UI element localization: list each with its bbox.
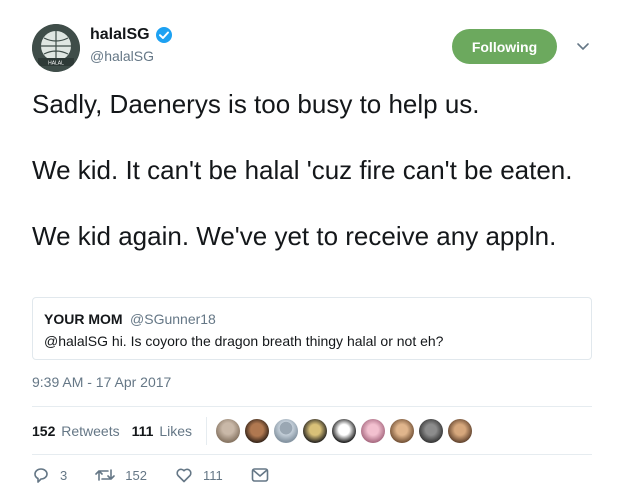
stats-separator bbox=[206, 417, 208, 445]
quoted-tweet[interactable]: YOUR MOM @SGunner18 @halalSG hi. Is coyo… bbox=[32, 297, 592, 360]
chevron-down-icon[interactable] bbox=[575, 38, 591, 54]
liker-avatar[interactable] bbox=[274, 419, 299, 443]
likes-stat[interactable]: 111 Likes bbox=[132, 423, 192, 439]
divider bbox=[32, 454, 592, 455]
liker-avatar[interactable] bbox=[361, 419, 386, 443]
liker-avatars bbox=[216, 419, 477, 443]
heart-icon bbox=[176, 468, 192, 483]
retweets-label: Retweets bbox=[61, 423, 120, 439]
direct-message-action[interactable] bbox=[251, 467, 279, 483]
tweet-paragraph: We kid. It can't be halal 'cuz fire can'… bbox=[32, 155, 573, 185]
direct-message-icon bbox=[251, 468, 269, 482]
author-names: halalSG @halalSG bbox=[90, 26, 173, 64]
tweet-paragraph: Sadly, Daenerys is too busy to help us. bbox=[32, 89, 480, 119]
author-handle[interactable]: @halalSG bbox=[90, 48, 173, 64]
quoted-tweet-text: @halalSG hi. Is coyoro the dragon breath… bbox=[44, 333, 444, 349]
retweets-count: 152 bbox=[32, 423, 56, 439]
author-display-name[interactable]: halalSG bbox=[90, 26, 173, 44]
reply-icon bbox=[34, 468, 48, 483]
halal-logo-avatar-icon: HALAL bbox=[32, 24, 80, 72]
liker-avatar[interactable] bbox=[390, 419, 415, 443]
reply-count: 3 bbox=[60, 467, 68, 483]
display-name-text: halalSG bbox=[90, 26, 150, 43]
divider bbox=[32, 406, 592, 407]
verified-badge-icon bbox=[155, 26, 173, 44]
tweet-timestamp[interactable]: 9:39 AM - 17 Apr 2017 bbox=[32, 374, 171, 390]
retweet-action[interactable]: 152 bbox=[95, 466, 147, 484]
like-action[interactable]: 111 bbox=[175, 466, 223, 484]
tweet-header: HALAL halalSG @halalSG Following bbox=[32, 24, 597, 76]
quoted-author-handle: @SGunner18 bbox=[130, 311, 216, 327]
tweet-text: Sadly, Daenerys is too busy to help us. … bbox=[32, 88, 597, 253]
liker-avatar[interactable] bbox=[303, 419, 328, 443]
liker-avatar[interactable] bbox=[448, 419, 473, 443]
like-count: 111 bbox=[202, 467, 223, 483]
retweet-count: 152 bbox=[125, 467, 147, 483]
liker-avatar[interactable] bbox=[216, 419, 241, 443]
following-button[interactable]: Following bbox=[452, 29, 557, 64]
avatar-text: HALAL bbox=[48, 61, 64, 67]
liker-avatar[interactable] bbox=[419, 419, 444, 443]
retweet-icon bbox=[95, 469, 116, 481]
liker-avatar[interactable] bbox=[245, 419, 270, 443]
liker-avatar[interactable] bbox=[332, 419, 357, 443]
tweet-actions: 3 152 111 bbox=[32, 466, 307, 484]
avatar[interactable]: HALAL bbox=[32, 24, 80, 72]
tweet-paragraph: We kid again. We've yet to receive any a… bbox=[32, 221, 557, 251]
retweets-stat[interactable]: 152 Retweets bbox=[32, 423, 120, 439]
likes-count: 111 bbox=[131, 423, 154, 439]
quoted-author-name: YOUR MOM bbox=[44, 311, 123, 327]
reply-action[interactable]: 3 bbox=[32, 466, 67, 484]
tweet-stats: 152 Retweets 111 Likes bbox=[32, 413, 477, 449]
likes-label: Likes bbox=[159, 423, 193, 439]
tweet-card: HALAL halalSG @halalSG Following Sadly, … bbox=[0, 0, 625, 503]
